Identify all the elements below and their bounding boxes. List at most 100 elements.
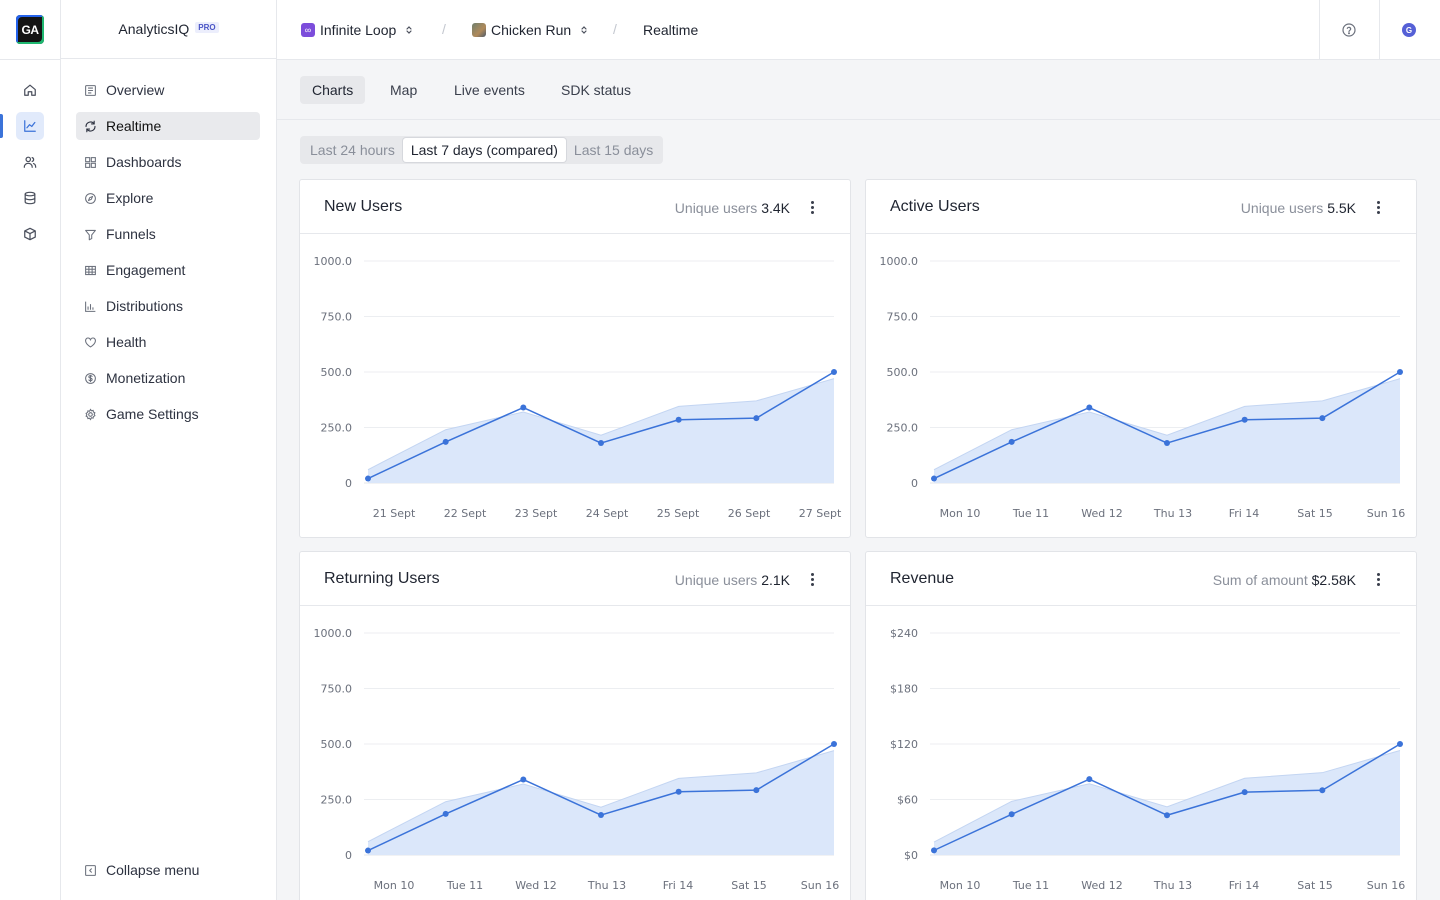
rail-packages-button[interactable]: [16, 220, 44, 248]
card-active-users: Active Users Unique users 5.5K 0 250.0 500…: [865, 179, 1417, 538]
metric-value: 5.5K: [1327, 200, 1356, 216]
x-tick-label: 22 Sept: [444, 507, 487, 520]
more-options-icon[interactable]: [1368, 199, 1388, 215]
y-tick-label: 500.0: [321, 366, 353, 379]
x-tick-label: Thu 13: [1153, 507, 1192, 520]
sidebar-item-label: Funnels: [106, 226, 156, 242]
bar-chart-icon: [85, 301, 96, 312]
sidebar-item-label: Realtime: [106, 118, 162, 134]
collapse-menu-button[interactable]: Collapse menu: [84, 862, 199, 878]
rail-home-button[interactable]: [16, 76, 44, 104]
data-point: [831, 741, 837, 747]
more-options-icon[interactable]: [1368, 571, 1388, 587]
data-point: [1241, 789, 1248, 796]
y-tick-label: 1000.0: [314, 255, 353, 268]
data-point: [675, 416, 682, 423]
range-option-24h[interactable]: Last 24 hours: [302, 138, 403, 162]
data-point: [442, 438, 449, 445]
sidebar-item-explore[interactable]: Explore: [76, 184, 260, 212]
collapse-icon: [85, 864, 96, 876]
chart-revenue: $0 $60 $120 $180 $240 Mon 10 Tue 11 Wed 12 Thu 1…: [890, 627, 1405, 892]
range-label: Last 7 days (compared): [410, 142, 558, 158]
y-tick-label: 750.0: [887, 311, 919, 324]
tab-sdk-status[interactable]: SDK status: [549, 76, 643, 104]
sidebar-item-health[interactable]: Health: [76, 328, 260, 356]
sidebar-item-realtime[interactable]: Realtime: [76, 112, 260, 140]
card-returning-users: Returning Users Unique users 2.1K 0 250.0…: [299, 551, 851, 900]
refresh-icon: [85, 120, 96, 132]
x-tick-label: Mon 10: [940, 879, 981, 892]
range-option-15d[interactable]: Last 15 days: [566, 138, 661, 162]
comparison-area: [934, 750, 1400, 855]
sidebar-item-monetization[interactable]: Monetization: [76, 364, 260, 392]
help-icon[interactable]: [1341, 22, 1357, 38]
data-point: [520, 776, 527, 783]
x-tick-label: Thu 13: [587, 879, 626, 892]
y-tick-label: $0: [904, 849, 918, 862]
rail-analytics-button[interactable]: [16, 112, 44, 140]
more-options-icon[interactable]: [802, 199, 822, 215]
data-point: [598, 812, 604, 819]
data-point: [1319, 787, 1326, 794]
app-logo[interactable]: GA: [16, 15, 44, 44]
sidebar-item-label: Dashboards: [106, 154, 182, 170]
sidebar: AnalyticsIQ PRO Overview Realtime Dashbo…: [61, 0, 277, 900]
chart-new-users: 0 250.0 500.0 750.0 1000.0 21 Sept 22 Sept 23 S…: [314, 255, 842, 520]
data-point: [520, 404, 527, 411]
sidebar-item-distributions[interactable]: Distributions: [76, 292, 260, 320]
icon-rail: GA: [0, 0, 61, 900]
sidebar-item-dashboards[interactable]: Dashboards: [76, 148, 260, 176]
y-tick-label: 500.0: [887, 366, 919, 379]
more-options-icon[interactable]: [802, 571, 822, 587]
sidebar-item-funnels[interactable]: Funnels: [76, 220, 260, 248]
funnel-icon: [85, 229, 96, 240]
rail-database-button[interactable]: [16, 184, 44, 212]
topbar-divider: [1319, 0, 1320, 60]
game-switcher[interactable]: Chicken Run: [472, 0, 589, 60]
y-tick-label: 0: [345, 849, 352, 862]
range-option-7d[interactable]: Last 7 days (compared): [402, 138, 566, 162]
user-avatar[interactable]: G: [1402, 23, 1416, 37]
tab-charts[interactable]: Charts: [300, 76, 366, 104]
tab-map[interactable]: Map: [378, 76, 429, 104]
metric-value: $2.58K: [1311, 572, 1356, 588]
y-tick-label: 0: [345, 477, 352, 490]
card-header: New Users Unique users 3.4K: [300, 180, 850, 234]
y-tick-label: 250.0: [321, 422, 353, 435]
y-tick-label: 250.0: [321, 794, 353, 807]
card-metric: Unique users 2.1K: [675, 572, 790, 588]
tab-live-events[interactable]: Live events: [442, 76, 537, 104]
y-tick-label: 750.0: [321, 311, 353, 324]
sidebar-item-label: Distributions: [106, 298, 184, 314]
x-tick-label: Mon 10: [374, 879, 415, 892]
x-tick-label: Wed 12: [515, 879, 556, 892]
data-point: [931, 847, 937, 854]
x-tick-label: Fri 14: [1229, 879, 1260, 892]
card-title: Active Users: [890, 198, 980, 215]
org-switcher[interactable]: ∞ Infinite Loop: [301, 0, 414, 60]
x-tick-label: Sun 16: [1367, 879, 1405, 892]
x-tick-label: 25 Sept: [657, 507, 700, 520]
cube-icon: [24, 227, 36, 241]
sidebar-item-game-settings[interactable]: Game Settings: [76, 400, 260, 428]
x-tick-label: Sun 16: [1367, 507, 1405, 520]
rail-users-button[interactable]: [16, 148, 44, 176]
sidebar-item-engagement[interactable]: Engagement: [76, 256, 260, 284]
y-tick-label: 500.0: [321, 738, 353, 751]
data-point: [1008, 811, 1015, 818]
compass-icon: [85, 192, 96, 204]
sidebar-item-overview[interactable]: Overview: [76, 76, 260, 104]
brand-name: AnalyticsIQ: [118, 21, 190, 37]
sidebar-item-label: Game Settings: [106, 406, 199, 422]
x-tick-label: 21 Sept: [373, 507, 416, 520]
avatar-initial: G: [1405, 25, 1413, 35]
comparison-area: [368, 378, 834, 483]
database-icon: [24, 191, 36, 205]
card-revenue: Revenue Sum of amount $2.58K $0 $60 $120 $1…: [865, 551, 1417, 900]
card-metric: Unique users 5.5K: [1241, 200, 1356, 216]
time-range-selector: Last 24 hours Last 7 days (compared) Las…: [300, 136, 664, 164]
x-tick-label: Sat 15: [1297, 507, 1333, 520]
overview-icon: [85, 84, 96, 96]
x-tick-label: Tue 11: [1012, 879, 1049, 892]
x-tick-label: Fri 14: [1229, 507, 1260, 520]
